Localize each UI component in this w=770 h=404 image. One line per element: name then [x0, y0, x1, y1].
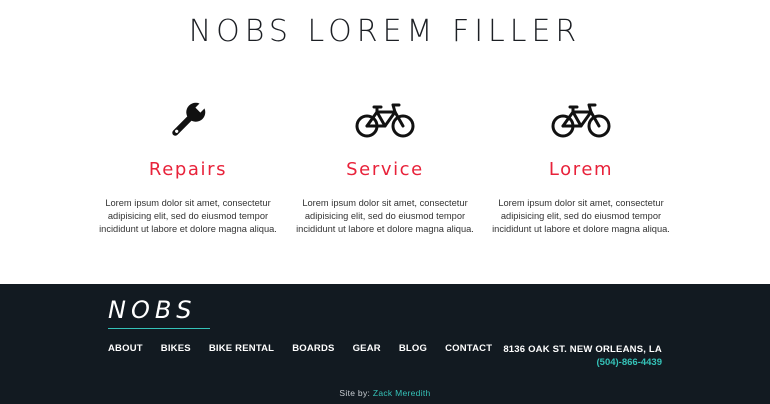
nav-link-gear[interactable]: GEAR — [353, 343, 381, 354]
feature-description: Lorem ipsum dolor sit amet, consectetur … — [492, 198, 670, 234]
feature-heading: Lorem — [548, 159, 614, 180]
feature-repairs: Repairs Lorem ipsum dolor sit amet, cons… — [93, 96, 283, 236]
bicycle-icon — [551, 103, 611, 138]
nav-link-contact[interactable]: CONTACT — [445, 343, 492, 354]
feature-description: Lorem ipsum dolor sit amet, consectetur … — [99, 198, 277, 234]
site-footer: NOBS ABOUT BIKES BIKE RENTAL BOARDS GEAR… — [0, 284, 770, 404]
site-credit: Site by: Zack Meredith — [0, 388, 770, 398]
footer-phone-link[interactable]: (504)-866-4439 — [597, 357, 663, 368]
wrench-icon — [172, 100, 208, 136]
credit-label: Site by: — [339, 388, 371, 398]
footer-logo[interactable]: NOBS — [108, 296, 197, 324]
feature-service: Service Lorem ipsum dolor sit amet, cons… — [290, 96, 480, 236]
bicycle-icon — [355, 103, 415, 138]
feature-lorem: Lorem Lorem ipsum dolor sit amet, consec… — [486, 96, 676, 236]
nav-link-boards[interactable]: BOARDS — [292, 343, 334, 354]
footer-address: 8136 OAK ST. NEW ORLEANS, LA — [503, 344, 662, 355]
nav-link-bike-rental[interactable]: BIKE RENTAL — [209, 343, 274, 354]
feature-description: Lorem ipsum dolor sit amet, consectetur … — [296, 198, 474, 234]
page-title: NOBS LOREM FILLER — [188, 14, 582, 49]
footer-nav: ABOUT BIKES BIKE RENTAL BOARDS GEAR BLOG… — [108, 343, 510, 354]
nav-link-bikes[interactable]: BIKES — [161, 343, 191, 354]
logo-underline — [108, 328, 210, 329]
nav-link-about[interactable]: ABOUT — [108, 343, 143, 354]
nav-link-blog[interactable]: BLOG — [399, 343, 427, 354]
features-section: Repairs Lorem ipsum dolor sit amet, cons… — [0, 96, 770, 246]
feature-heading: Repairs — [148, 159, 228, 180]
credit-author-link[interactable]: Zack Meredith — [373, 388, 431, 398]
feature-heading: Service — [346, 159, 424, 180]
